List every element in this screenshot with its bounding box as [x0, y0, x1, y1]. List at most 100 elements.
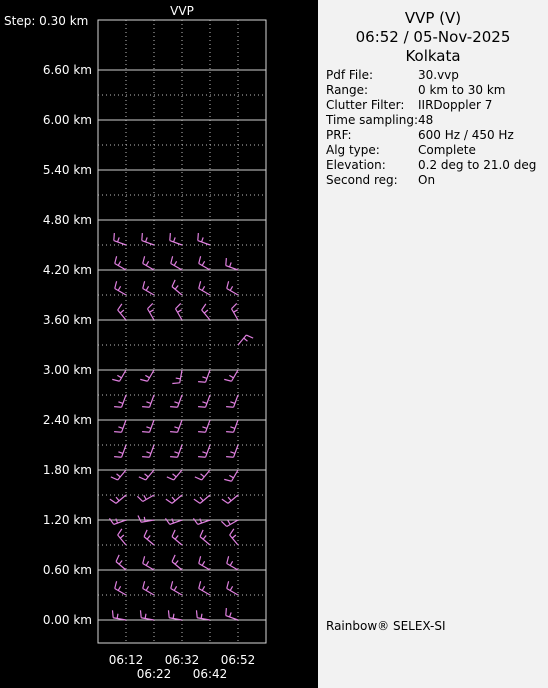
- barb-tick: [136, 495, 144, 502]
- barb-tick: [142, 556, 146, 564]
- y-tick-label: 3.60 km: [43, 313, 92, 327]
- barb-shaft: [142, 587, 155, 596]
- barb-tick: [198, 456, 206, 458]
- info-value: 48: [418, 113, 434, 127]
- barb-tick: [231, 302, 238, 310]
- barb-tick: [198, 256, 202, 264]
- barb-tick: [243, 337, 248, 342]
- barb-tick: [199, 496, 204, 502]
- barb-shaft: [113, 519, 127, 526]
- wind-barb: [197, 233, 211, 246]
- barb-tick: [119, 309, 125, 314]
- barb-tick: [227, 496, 232, 502]
- barb-tick: [144, 613, 147, 619]
- wind-barb: [226, 394, 239, 408]
- barb-shaft: [142, 262, 155, 271]
- barb-tick: [192, 518, 199, 525]
- wind-barb: [170, 256, 183, 271]
- barb-tick: [170, 456, 178, 458]
- barb-tick: [146, 535, 151, 540]
- barb-tick: [117, 303, 123, 311]
- x-axis: 06:12 06:32 06:52 06:22 06:42: [109, 653, 256, 681]
- barb-tick: [172, 382, 180, 385]
- wind-barb: [112, 369, 127, 382]
- x-tick-label: 06:22: [137, 667, 172, 681]
- wind-barb: [171, 554, 183, 571]
- info-key: PRF:: [326, 128, 352, 142]
- y-tick-label: 4.80 km: [43, 213, 92, 227]
- barb-tick: [115, 554, 120, 562]
- y-axis: 0.00 km 0.60 km 1.20 km 1.80 km 2.40 km 3.00 …: [43, 63, 92, 627]
- barb-tick: [172, 237, 176, 243]
- barb-tick: [195, 610, 198, 618]
- barb-tick: [200, 613, 203, 619]
- wind-barb: [114, 394, 127, 408]
- barb-shaft: [198, 587, 211, 596]
- barb-shaft: [114, 262, 127, 271]
- wind-barb: [108, 518, 127, 526]
- barb-tick: [174, 401, 180, 405]
- barb-shaft: [141, 239, 155, 246]
- barb-tick: [109, 498, 117, 504]
- barb-tick: [116, 237, 120, 243]
- barb-tick: [114, 256, 118, 264]
- wind-barb: [117, 303, 127, 321]
- barb-tick: [114, 281, 118, 289]
- barb-tick: [227, 520, 231, 525]
- barb-shaft: [204, 419, 211, 433]
- barb-tick: [147, 302, 154, 310]
- wind-barb: [137, 515, 155, 523]
- barb-tick: [114, 581, 118, 589]
- barb-tick: [146, 401, 152, 405]
- barb-shaft: [198, 262, 211, 271]
- barb-tick: [174, 285, 179, 290]
- wind-barb: [170, 419, 183, 433]
- barb-shaft: [204, 369, 211, 383]
- panel-title: VVP (V): [404, 9, 462, 27]
- wind-barb: [142, 556, 155, 571]
- barb-tick: [110, 476, 118, 481]
- barb-tick: [199, 518, 203, 524]
- barb-tick: [174, 426, 180, 430]
- barb-tick: [143, 516, 146, 522]
- wind-barb: [199, 529, 211, 546]
- wind-barb: [226, 581, 239, 596]
- y-tick-label: 0.00 km: [43, 613, 92, 627]
- y-tick-label: 2.40 km: [43, 413, 92, 427]
- wind-barb: [146, 302, 155, 321]
- barb-tick: [203, 309, 209, 314]
- info-value: Complete: [418, 143, 476, 157]
- barb-shaft: [225, 264, 239, 271]
- wind-barb: [139, 610, 155, 621]
- wind-barb: [226, 556, 239, 571]
- barb-tick: [145, 561, 150, 566]
- wind-barb: [141, 233, 155, 246]
- barb-tick: [171, 518, 175, 524]
- barb-tick: [108, 518, 115, 525]
- barb-tick: [198, 431, 206, 433]
- wind-barb: [138, 469, 155, 481]
- barb-tick: [171, 279, 176, 287]
- wind-barb: [165, 494, 183, 504]
- x-tick-label: 06:12: [109, 653, 144, 667]
- barb-shaft: [169, 239, 183, 246]
- barb-tick: [173, 261, 178, 266]
- barb-tick: [172, 473, 177, 478]
- barb-tick: [115, 496, 120, 502]
- chart-title: VVP: [170, 4, 194, 18]
- barb-tick: [226, 556, 230, 564]
- y-step-label: Step: 0.30 km: [4, 14, 88, 28]
- barb-tick: [220, 520, 228, 527]
- info-key: Clutter Filter:: [326, 98, 405, 112]
- barb-tick: [199, 529, 204, 537]
- barb-shaft: [148, 419, 155, 433]
- barb-shaft: [232, 419, 239, 433]
- wind-barb: [114, 581, 127, 596]
- barb-tick: [167, 610, 170, 618]
- barb-tick: [170, 406, 178, 408]
- barb-tick: [117, 374, 122, 379]
- barb-tick: [166, 476, 174, 481]
- wind-barb: [229, 528, 239, 546]
- y-tick-label: 1.20 km: [43, 513, 92, 527]
- wind-barb: [172, 369, 183, 385]
